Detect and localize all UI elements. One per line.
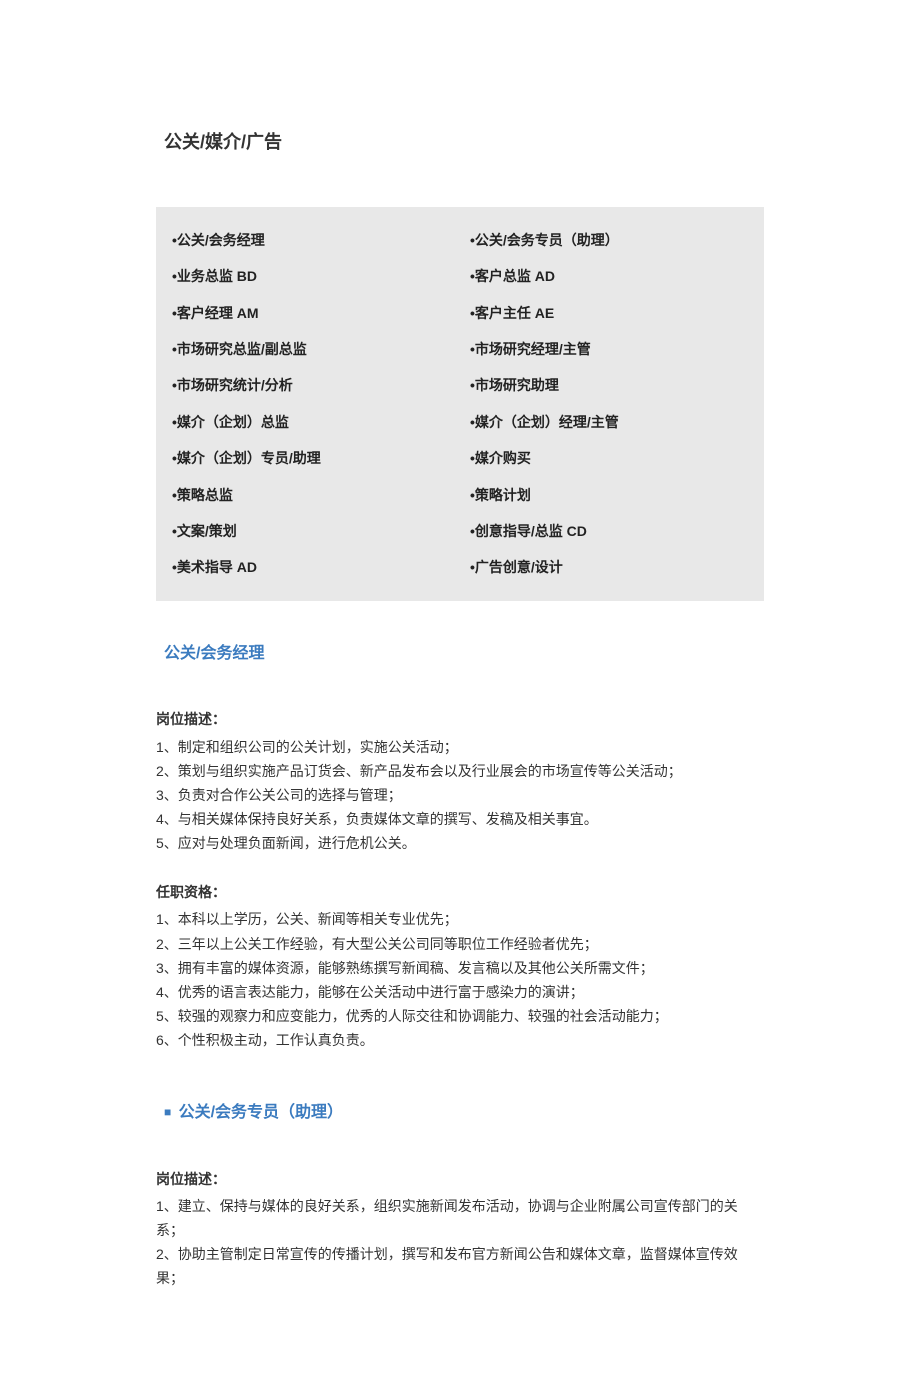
list-item: 2、协助主管制定日常宣传的传播计划，撰写和发布官方新闻公告和媒体文章，监督媒体宣… — [156, 1242, 764, 1290]
desc-list: 1、建立、保持与媒体的良好关系，组织实施新闻发布活动，协调与企业附属公司宣传部门… — [156, 1194, 764, 1290]
list-item: 3、拥有丰富的媒体资源，能够熟练撰写新闻稿、发言稿以及其他公关所需文件； — [156, 956, 764, 980]
category-link[interactable]: •策略总监 — [172, 484, 470, 506]
category-link[interactable]: •市场研究总监/副总监 — [172, 338, 470, 360]
desc-heading: 岗位描述： — [156, 708, 764, 730]
list-item: 1、本科以上学历，公关、新闻等相关专业优先； — [156, 907, 764, 931]
category-link[interactable]: •媒介（企划）经理/主管 — [470, 411, 748, 433]
category-link[interactable]: •美术指导 AD — [172, 556, 470, 578]
category-row: •业务总监 BD •客户总监 AD — [172, 265, 748, 287]
category-link[interactable]: •市场研究经理/主管 — [470, 338, 748, 360]
list-item: 1、制定和组织公司的公关计划，实施公关活动； — [156, 735, 764, 759]
list-item: 4、与相关媒体保持良好关系，负责媒体文章的撰写、发稿及相关事宜。 — [156, 807, 764, 831]
list-item: 1、建立、保持与媒体的良好关系，组织实施新闻发布活动，协调与企业附属公司宣传部门… — [156, 1194, 764, 1242]
category-row: •市场研究总监/副总监 •市场研究经理/主管 — [172, 338, 748, 360]
category-link[interactable]: •客户主任 AE — [470, 302, 748, 324]
category-row: •公关/会务经理 •公关/会务专员（助理） — [172, 229, 748, 251]
category-link[interactable]: •创意指导/总监 CD — [470, 520, 748, 542]
category-link[interactable]: •市场研究统计/分析 — [172, 374, 470, 396]
desc-heading: 岗位描述： — [156, 1168, 764, 1190]
job-section-pr-assistant: 公关/会务专员（助理） 岗位描述： 1、建立、保持与媒体的良好关系，组织实施新闻… — [156, 1100, 764, 1290]
category-row: •文案/策划 •创意指导/总监 CD — [172, 520, 748, 542]
category-link[interactable]: •客户总监 AD — [470, 265, 748, 287]
list-item: 2、策划与组织实施产品订货会、新产品发布会以及行业展会的市场宣传等公关活动； — [156, 759, 764, 783]
list-item: 5、较强的观察力和应变能力，优秀的人际交往和协调能力、较强的社会活动能力； — [156, 1004, 764, 1028]
category-link[interactable]: •广告创意/设计 — [470, 556, 748, 578]
category-row: •策略总监 •策略计划 — [172, 484, 748, 506]
category-row: •市场研究统计/分析 •市场研究助理 — [172, 374, 748, 396]
qual-list: 1、本科以上学历，公关、新闻等相关专业优先； 2、三年以上公关工作经验，有大型公… — [156, 907, 764, 1051]
category-link[interactable]: •公关/会务专员（助理） — [470, 229, 748, 251]
page-title: 公关/媒介/广告 — [156, 128, 764, 157]
category-row: •媒介（企划）专员/助理 •媒介购买 — [172, 447, 748, 469]
category-link[interactable]: •媒介（企划）专员/助理 — [172, 447, 470, 469]
section-title: 公关/会务经理 — [156, 641, 764, 667]
list-item: 4、优秀的语言表达能力，能够在公关活动中进行富于感染力的演讲； — [156, 980, 764, 1004]
category-link[interactable]: •媒介购买 — [470, 447, 748, 469]
list-item: 5、应对与处理负面新闻，进行危机公关。 — [156, 831, 764, 855]
qual-heading: 任职资格： — [156, 881, 764, 903]
list-item: 3、负责对合作公关公司的选择与管理； — [156, 783, 764, 807]
category-link[interactable]: •客户经理 AM — [172, 302, 470, 324]
category-row: •客户经理 AM •客户主任 AE — [172, 302, 748, 324]
list-item: 2、三年以上公关工作经验，有大型公关公司同等职位工作经验者优先； — [156, 932, 764, 956]
category-box: •公关/会务经理 •公关/会务专员（助理） •业务总监 BD •客户总监 AD … — [156, 207, 764, 601]
category-link[interactable]: •策略计划 — [470, 484, 748, 506]
category-link[interactable]: •公关/会务经理 — [172, 229, 470, 251]
list-item: 6、个性积极主动，工作认真负责。 — [156, 1028, 764, 1052]
job-section-pr-manager: 公关/会务经理 岗位描述： 1、制定和组织公司的公关计划，实施公关活动； 2、策… — [156, 641, 764, 1052]
category-link[interactable]: •文案/策划 — [172, 520, 470, 542]
category-link[interactable]: •市场研究助理 — [470, 374, 748, 396]
category-row: •美术指导 AD •广告创意/设计 — [172, 556, 748, 578]
category-row: •媒介（企划）总监 •媒介（企划）经理/主管 — [172, 411, 748, 433]
desc-list: 1、制定和组织公司的公关计划，实施公关活动； 2、策划与组织实施产品订货会、新产… — [156, 735, 764, 855]
section-title: 公关/会务专员（助理） — [156, 1100, 764, 1126]
category-link[interactable]: •业务总监 BD — [172, 265, 470, 287]
category-link[interactable]: •媒介（企划）总监 — [172, 411, 470, 433]
